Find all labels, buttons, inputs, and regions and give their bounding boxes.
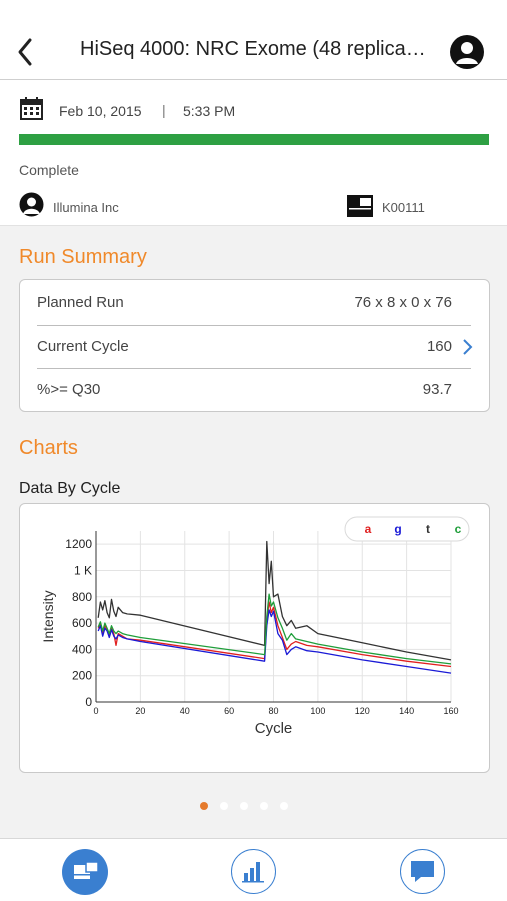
run-progress-fill — [19, 134, 489, 145]
y-tick-label: 0 — [85, 695, 92, 709]
y-tick-label: 200 — [72, 669, 92, 683]
chart-card[interactable]: 0 200 400 600 800 1 K 1200 0 20 40 60 80 100 120 140 16… — [19, 503, 490, 773]
instrument-icon — [347, 195, 373, 217]
chevron-right-icon[interactable] — [461, 338, 473, 356]
x-tick-label: 160 — [443, 706, 458, 716]
chart-legend — [344, 516, 470, 542]
run-progress-bar — [19, 134, 489, 145]
summary-row-planned-run: Planned Run 76 x 8 x 0 x 76 — [20, 281, 489, 324]
pager-dot[interactable] — [280, 802, 288, 810]
x-axis-label: Cycle — [255, 720, 293, 737]
y-tick-label: 400 — [72, 642, 92, 656]
summary-row-label: %>= Q30 — [37, 381, 101, 398]
legend-item-t: t — [426, 522, 430, 536]
intensity-chart: 0 200 400 600 800 1 K 1200 0 20 40 60 80 100 120 140 16… — [40, 516, 470, 737]
user-avatar-icon — [450, 35, 484, 69]
summary-row-value: 76 x 8 x 0 x 76 — [354, 294, 452, 311]
run-status: Complete — [19, 162, 79, 178]
x-tick-label: 60 — [224, 706, 234, 716]
calendar-icon — [20, 97, 43, 120]
y-tick-label: 1200 — [65, 537, 92, 551]
x-tick-label: 140 — [399, 706, 414, 716]
run-info-panel: Feb 10, 2015 | 5:33 PM Complete Illumina… — [0, 80, 507, 226]
summary-row-value: 93.7 — [422, 381, 452, 398]
x-tick-label: 40 — [180, 706, 190, 716]
chevron-left-icon — [18, 38, 32, 66]
y-tick-label: 1 K — [74, 563, 92, 577]
y-tick-label: 600 — [72, 616, 92, 630]
chart-subtitle: Data By Cycle — [19, 480, 121, 497]
summary-row-label: Current Cycle — [37, 338, 129, 355]
run-owner: Illumina Inc — [53, 200, 119, 215]
summary-row-current-cycle[interactable]: Current Cycle 160 — [20, 325, 489, 368]
tab-charts[interactable] — [231, 849, 276, 894]
tab-runs[interactable] — [62, 849, 108, 895]
legend-item-a: a — [365, 522, 372, 536]
pager-dot[interactable] — [200, 802, 208, 810]
run-summary-title: Run Summary — [19, 246, 147, 268]
app-header: HiSeq 4000: NRC Exome (48 replica… — [0, 0, 507, 80]
y-axis-label: Intensity — [40, 590, 56, 642]
series-line-c — [97, 593, 452, 665]
chart-pager — [200, 802, 300, 814]
run-summary-card: Planned Run 76 x 8 x 0 x 76 Current Cycl… — [19, 279, 490, 412]
x-tick-label: 0 — [93, 706, 98, 716]
summary-row-label: Planned Run — [37, 294, 124, 311]
bottom-tab-bar — [0, 838, 507, 901]
runs-icon — [74, 861, 99, 879]
account-button[interactable] — [449, 34, 485, 70]
chat-icon — [411, 861, 434, 882]
x-tick-label: 20 — [135, 706, 145, 716]
legend-item-g: g — [394, 522, 401, 536]
summary-row-value: 160 — [426, 338, 452, 355]
charts-title: Charts — [19, 437, 78, 459]
legend-item-c: c — [455, 522, 462, 536]
x-tick-label: 80 — [268, 706, 278, 716]
y-tick-label: 800 — [72, 590, 92, 604]
x-tick-label: 120 — [355, 706, 370, 716]
instrument-name: K00111 — [382, 200, 425, 215]
pager-dot[interactable] — [240, 802, 248, 810]
page-title: HiSeq 4000: NRC Exome (48 replica… — [80, 38, 426, 60]
date-time-separator: | — [162, 102, 166, 118]
run-date: Feb 10, 2015 — [59, 103, 142, 119]
bar-chart-icon — [242, 862, 264, 883]
pager-dot[interactable] — [260, 802, 268, 810]
pager-dot[interactable] — [220, 802, 228, 810]
tab-messages[interactable] — [400, 849, 445, 894]
back-button[interactable] — [12, 34, 38, 70]
x-tick-label: 100 — [310, 706, 325, 716]
run-time: 5:33 PM — [183, 103, 236, 119]
user-icon — [19, 192, 44, 217]
summary-row-q30: %>= Q30 93.7 — [20, 368, 489, 411]
